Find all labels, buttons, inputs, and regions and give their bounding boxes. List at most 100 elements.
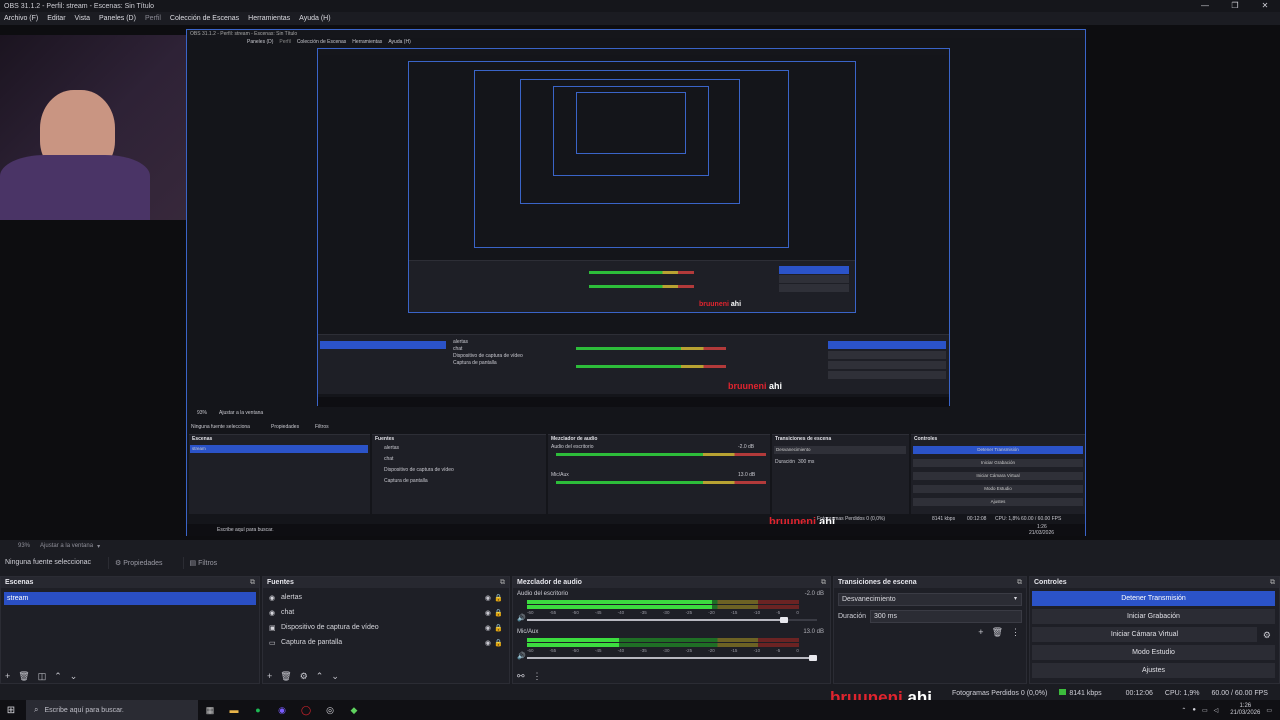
nested-taskbar: Escribe aquí para buscar. 1:26 21/03/202…: [187, 524, 1085, 536]
minimize-button[interactable]: —: [1190, 0, 1220, 12]
more-icon[interactable]: ⋮: [1011, 627, 1020, 638]
channel-db: -2.0 dB: [804, 591, 824, 597]
scene-item[interactable]: stream: [4, 592, 256, 605]
lock-icon[interactable]: 🔒: [494, 609, 503, 617]
menu-herramientas[interactable]: Herramientas: [244, 15, 295, 22]
window-controls: — ❐ ✕: [1190, 0, 1280, 12]
add-icon[interactable]: +: [267, 671, 272, 681]
start-recording-button[interactable]: Iniciar Grabación: [1032, 609, 1275, 624]
fit-window-dropdown[interactable]: Ajustar a la ventana: [30, 543, 93, 549]
stream-time: 00:12:06: [1125, 689, 1153, 697]
menu-coleccion[interactable]: Colección de Escenas: [166, 15, 244, 22]
notifications-icon[interactable]: ▭: [1266, 707, 1272, 714]
popout-icon[interactable]: ⧉: [250, 577, 255, 588]
source-item-screen[interactable]: ▭ Captura de pantalla ◉ 🔒: [263, 635, 509, 650]
speaker-icon[interactable]: 🔊: [517, 652, 526, 660]
add-icon[interactable]: +: [5, 671, 10, 681]
volume-slider[interactable]: [527, 655, 817, 661]
fps: 60.00 / 60.00 FPS: [1211, 689, 1268, 697]
transitions-title: Transiciones de escena: [838, 579, 917, 586]
add-icon[interactable]: +: [978, 627, 983, 638]
trash-icon[interactable]: 🗑: [280, 671, 291, 682]
arrow-down-icon[interactable]: ⌄: [70, 671, 78, 682]
meter-tick-label: -10: [753, 610, 761, 615]
nested-menu: Paneles (D) Perfil Colección de Escenas …: [247, 39, 411, 45]
arrow-down-icon[interactable]: ⌄: [331, 671, 339, 682]
menu-editar[interactable]: Editar: [43, 15, 70, 22]
cpu-usage: CPU: 1,9%: [1164, 689, 1200, 697]
menu-archivo[interactable]: Archivo (F): [0, 15, 43, 22]
gear-icon[interactable]: ⚙: [300, 671, 308, 682]
menu-paneles[interactable]: Paneles (D): [95, 15, 141, 22]
scale-value[interactable]: 93%: [0, 543, 30, 549]
arrow-up-icon[interactable]: ⌃: [54, 671, 62, 682]
lock-icon[interactable]: 🔒: [494, 594, 503, 602]
lock-icon[interactable]: 🔒: [494, 639, 503, 647]
windows-start-icon[interactable]: ⊞: [0, 705, 22, 716]
meter-tick-label: -20: [708, 610, 715, 615]
link-icon[interactable]: ⚯: [517, 671, 525, 682]
maximize-button[interactable]: ❐: [1220, 0, 1250, 12]
transition-select[interactable]: Desvanecimiento ▾: [838, 593, 1022, 606]
popout-icon[interactable]: ⧉: [821, 577, 826, 588]
filter-icon[interactable]: ◫: [38, 671, 47, 682]
app-icon[interactable]: ◆: [342, 700, 366, 720]
sources-dock: Fuentes ⧉ ◉ alertas ◉ 🔒 ◉ chat ◉ 🔒 ▣ Dispositi…: [262, 576, 510, 684]
source-item-camera[interactable]: ▣ Dispositivo de captura de vídeo ◉ 🔒: [263, 620, 509, 635]
trash-icon[interactable]: 🗑: [18, 671, 29, 682]
arrow-up-icon[interactable]: ⌃: [316, 671, 324, 682]
chevron-down-icon: ▾: [1013, 596, 1017, 602]
stop-streaming-button[interactable]: Detener Transmisión: [1032, 591, 1275, 606]
source-item-chat[interactable]: ◉ chat ◉ 🔒: [263, 605, 509, 620]
source-item-alertas[interactable]: ◉ alertas ◉ 🔒: [263, 590, 509, 605]
chevron-down-icon[interactable]: ▾: [93, 543, 100, 550]
volume-icon[interactable]: ◁: [1214, 707, 1219, 714]
obs-icon[interactable]: ◎: [318, 700, 342, 720]
network-icon[interactable]: ▭: [1202, 707, 1208, 714]
taskbar-search[interactable]: ⌕ Escribe aquí para buscar.: [26, 700, 198, 720]
meter-tick-label: -55: [549, 648, 557, 653]
eye-icon[interactable]: ◉: [485, 609, 491, 617]
meter-tick-label: -40: [617, 648, 625, 653]
eye-icon[interactable]: ◉: [485, 639, 491, 647]
settings-button[interactable]: Ajustes: [1032, 663, 1275, 678]
spotify-icon[interactable]: ●: [246, 700, 270, 720]
nested-obs-window-4: [474, 70, 789, 248]
duration-input[interactable]: 300 ms: [870, 610, 1022, 623]
task-view-icon[interactable]: ▦: [198, 700, 222, 720]
lock-icon[interactable]: 🔒: [494, 624, 503, 632]
menu-vista[interactable]: Vista: [71, 15, 95, 22]
folder-icon[interactable]: ▬: [222, 700, 246, 720]
trash-icon[interactable]: 🗑: [992, 627, 1003, 638]
start-virtual-camera-button[interactable]: Iniciar Cámara Virtual: [1032, 627, 1257, 642]
menu-perfil[interactable]: Perfil: [141, 15, 166, 22]
preview-canvas[interactable]: OBS 31.1.2 - Perfil: stream - Escenas: S…: [0, 25, 1280, 540]
nested-docks-2: alertas chat Dispositivo de captura de v…: [318, 334, 949, 394]
eye-icon[interactable]: ◉: [485, 594, 491, 602]
speaker-icon[interactable]: 🔊: [517, 614, 526, 622]
chevron-up-icon[interactable]: ⌃: [1181, 707, 1186, 714]
browser-icon[interactable]: ◉: [270, 700, 294, 720]
mic-icon[interactable]: ●: [1192, 707, 1196, 713]
clock[interactable]: 1:26 21/03/2026: [1224, 703, 1260, 717]
menu-ayuda[interactable]: Ayuda (H): [295, 15, 335, 22]
filters-button[interactable]: ▤ Filtros: [182, 556, 224, 569]
filter-icon: ▤: [189, 559, 199, 567]
meter-tick-label: -60: [527, 648, 534, 653]
popout-icon[interactable]: ⧉: [1270, 577, 1275, 588]
eye-icon[interactable]: ◉: [485, 624, 491, 632]
opera-icon[interactable]: ◯: [294, 700, 318, 720]
gear-icon[interactable]: ⚙: [1263, 630, 1271, 641]
meter-tick-label: -30: [662, 610, 670, 615]
properties-button[interactable]: ⚙ Propiedades: [108, 556, 169, 569]
close-button[interactable]: ✕: [1250, 0, 1280, 12]
mixer-channel-mic: Mic/Aux 13.0 dB -60 -55 -50 -45 -40 -35 -30 -25…: [513, 626, 830, 664]
popout-icon[interactable]: ⧉: [500, 577, 505, 588]
volume-slider[interactable]: [527, 617, 817, 623]
popout-icon[interactable]: ⧉: [1017, 577, 1022, 588]
more-icon[interactable]: ⋮: [533, 671, 542, 682]
studio-mode-button[interactable]: Modo Estudio: [1032, 645, 1275, 660]
system-tray: ⌃ ● ▭ ◁ 1:26 21/03/2026 ▭: [1175, 700, 1272, 720]
meter-tick-label: 0: [796, 648, 799, 653]
menu-bar: Archivo (F) Editar Vista Paneles (D) Per…: [0, 12, 1280, 25]
